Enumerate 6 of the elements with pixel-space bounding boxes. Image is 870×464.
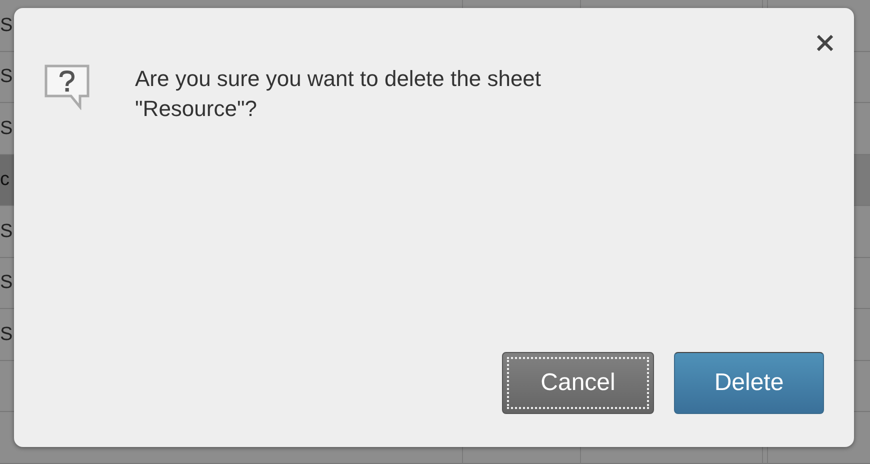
confirm-message: Are you sure you want to delete the sheet "Resource"? xyxy=(135,65,542,123)
cancel-button[interactable]: Cancel xyxy=(502,352,654,414)
close-icon[interactable] xyxy=(817,35,833,51)
delete-button[interactable]: Delete xyxy=(674,352,824,414)
help-bubble-icon xyxy=(44,64,90,110)
table-cell: c xyxy=(0,154,14,205)
